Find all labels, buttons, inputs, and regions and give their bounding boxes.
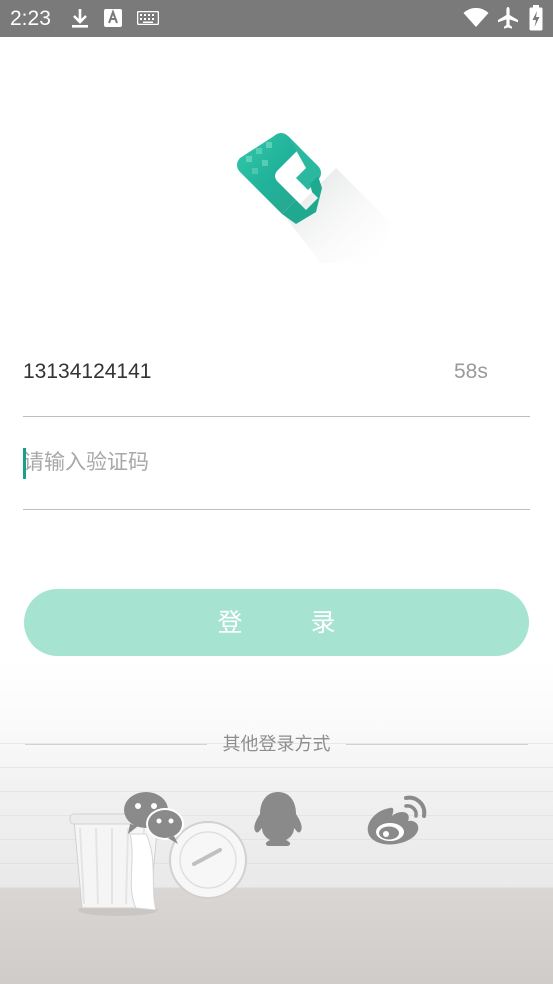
wifi-icon [463, 8, 489, 27]
other-login-label: 其他登录方式 [222, 734, 331, 755]
verification-code-input[interactable] [23, 442, 503, 482]
download-icon [72, 9, 88, 28]
battery-charging-icon [529, 5, 543, 31]
text-cursor [23, 448, 26, 479]
status-time: 2:23 [10, 7, 51, 30]
status-bar: 2:23 [0, 0, 553, 37]
app-logo [237, 133, 391, 263]
qq-icon[interactable] [244, 788, 312, 848]
text-a-icon [104, 9, 122, 27]
weibo-icon[interactable] [362, 788, 430, 848]
other-login-divider-right [346, 744, 528, 745]
code-divider [23, 509, 530, 510]
phone-number-field[interactable]: 13134124141 [23, 358, 151, 386]
airplane-mode-icon [498, 7, 518, 29]
other-login-divider-left [25, 744, 207, 745]
keyboard-icon [137, 11, 159, 25]
phone-divider [23, 416, 530, 417]
wechat-icon[interactable] [120, 788, 188, 848]
resend-code-countdown[interactable]: 58s [454, 358, 488, 386]
login-button[interactable]: 登 录 [24, 589, 529, 656]
